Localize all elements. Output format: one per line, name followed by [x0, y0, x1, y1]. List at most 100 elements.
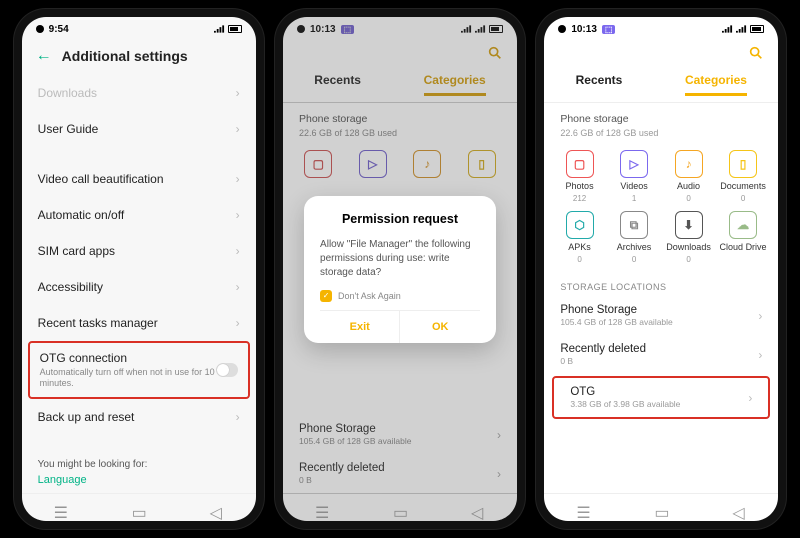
- signal-icon: [722, 25, 733, 33]
- ok-button[interactable]: OK: [399, 311, 479, 343]
- category-label: Downloads: [666, 242, 711, 252]
- category-count: 0: [686, 194, 690, 203]
- row-auto-onoff[interactable]: Automatic on/off›: [22, 197, 256, 233]
- category-label: Photos: [566, 181, 594, 191]
- category-count: 0: [632, 255, 636, 264]
- footer-link-language[interactable]: Language: [22, 474, 256, 486]
- nav-home-icon[interactable]: ▭: [654, 503, 668, 513]
- category-icon: ⬡: [566, 211, 594, 239]
- storage-title: Phone storage: [544, 103, 778, 128]
- settings-list: Downloads› User Guide› Video call beauti…: [22, 75, 256, 493]
- nav-back-icon[interactable]: ◁: [210, 503, 224, 513]
- chevron-right-icon: ›: [236, 208, 240, 222]
- screen: 9:54 ← Additional settings Downloads› Us…: [22, 17, 256, 521]
- chevron-right-icon: ›: [236, 280, 240, 294]
- row-recent-tasks[interactable]: Recent tasks manager›: [22, 305, 256, 341]
- category-icon: ⧉: [620, 211, 648, 239]
- row-backup[interactable]: Back up and reset›: [22, 399, 256, 435]
- category-audio[interactable]: ♪Audio0: [663, 150, 714, 203]
- category-count: 0: [577, 255, 581, 264]
- chevron-right-icon: ›: [236, 316, 240, 330]
- category-documents[interactable]: ▯Documents0: [718, 150, 769, 203]
- row-otg-connection[interactable]: OTG connection Automatically turn off wh…: [30, 343, 248, 397]
- screen: 10:13⬚ Recents Categories Phone storage …: [283, 17, 517, 521]
- dialog-buttons: Exit OK: [320, 310, 480, 343]
- signal-icon: [736, 25, 747, 33]
- tab-recents[interactable]: Recents: [576, 73, 623, 96]
- row-user-guide[interactable]: User Guide›: [22, 111, 256, 147]
- category-videos[interactable]: ▷Videos1: [609, 150, 660, 203]
- category-cloud-drive[interactable]: ☁ Cloud Drive: [718, 211, 769, 264]
- otg-sub: Automatically turn off when not in use f…: [40, 367, 216, 389]
- category-apks[interactable]: ⬡APKs0: [554, 211, 605, 264]
- battery-icon: [750, 25, 764, 33]
- clock: 10:13: [571, 24, 597, 35]
- battery-icon: [228, 25, 242, 33]
- chevron-right-icon: ›: [236, 244, 240, 258]
- otg-toggle[interactable]: [216, 363, 238, 377]
- category-count: 0: [686, 255, 690, 264]
- nav-recent-icon[interactable]: ☰: [576, 503, 590, 513]
- category-icon: ▷: [620, 150, 648, 178]
- chevron-right-icon: ›: [236, 122, 240, 136]
- loc-phone-storage[interactable]: Phone Storage105.4 GB of 128 GB availabl…: [544, 296, 778, 335]
- category-icon: ▢: [566, 150, 594, 178]
- row-sim-apps[interactable]: SIM card apps›: [22, 233, 256, 269]
- row-accessibility[interactable]: Accessibility›: [22, 269, 256, 305]
- footer-hint: You might be looking for:: [22, 449, 256, 474]
- category-label: Videos: [620, 181, 647, 191]
- status-bar: 10:13 ⬚: [544, 17, 778, 41]
- back-icon[interactable]: ←: [36, 47, 52, 65]
- category-label: Documents: [720, 181, 766, 191]
- tabs: Recents Categories: [544, 65, 778, 103]
- phone-filemanager-otg: 10:13⬚ Recents Categories Phone storage …: [536, 9, 786, 529]
- page-title: Additional settings: [62, 48, 188, 64]
- nav-bar: ☰ ▭ ◁: [544, 493, 778, 521]
- checkbox-label: Don't Ask Again: [338, 291, 401, 301]
- row-downloads[interactable]: Downloads›: [22, 75, 256, 111]
- checkbox-icon[interactable]: ✓: [320, 290, 332, 302]
- row-video-call[interactable]: Video call beautification›: [22, 161, 256, 197]
- tab-categories[interactable]: Categories: [685, 73, 747, 96]
- storage-sub: 22.6 GB of 128 GB used: [544, 128, 778, 138]
- highlight-otg-storage: OTG3.38 GB of 3.98 GB available›: [552, 376, 770, 419]
- permission-dialog: Permission request Allow "File Manager" …: [304, 196, 496, 343]
- nav-back-icon[interactable]: ◁: [732, 503, 746, 513]
- category-count: 212: [573, 194, 586, 203]
- signal-icon: [214, 25, 225, 33]
- category-photos[interactable]: ▢ Photos 212: [554, 150, 605, 203]
- category-label: Archives: [617, 242, 652, 252]
- page-header: ← Additional settings: [22, 41, 256, 75]
- category-downloads[interactable]: ⬇ Downloads 0: [663, 211, 714, 264]
- chevron-right-icon: ›: [748, 391, 752, 405]
- camera-hole: [558, 25, 566, 33]
- chevron-right-icon: ›: [236, 410, 240, 424]
- chevron-right-icon: ›: [758, 348, 762, 362]
- category-icon: ⬇: [675, 211, 703, 239]
- modal-overlay: Permission request Allow "File Manager" …: [283, 17, 517, 521]
- nav-home-icon[interactable]: ▭: [132, 503, 146, 513]
- badge-icon: ⬚: [602, 25, 616, 34]
- highlight-otg: OTG connection Automatically turn off wh…: [28, 341, 250, 399]
- exit-button[interactable]: Exit: [320, 311, 399, 343]
- dialog-checkbox-row[interactable]: ✓ Don't Ask Again: [320, 290, 480, 302]
- category-icon: ☁: [729, 211, 757, 239]
- status-bar: 9:54: [22, 17, 256, 41]
- search-icon[interactable]: [748, 45, 764, 61]
- category-label: Cloud Drive: [720, 242, 767, 252]
- otg-title: OTG connection: [40, 351, 216, 365]
- phone-filemanager-dialog: 10:13⬚ Recents Categories Phone storage …: [275, 9, 525, 529]
- chevron-right-icon: ›: [236, 86, 240, 100]
- clock: 9:54: [49, 24, 69, 35]
- category-icon: ♪: [675, 150, 703, 178]
- category-count: 0: [741, 194, 745, 203]
- category-archives[interactable]: ⧉ Archives 0: [609, 211, 660, 264]
- nav-bar: ☰ ▭ ◁: [22, 493, 256, 521]
- dialog-message: Allow "File Manager" the following permi…: [320, 238, 480, 280]
- loc-recently-deleted[interactable]: Recently deleted0 B›: [544, 335, 778, 374]
- category-grid: ▢Photos212▷Videos1♪Audio0▯Documents0⬡APK…: [544, 138, 778, 270]
- nav-recent-icon[interactable]: ☰: [54, 503, 68, 513]
- chevron-right-icon: ›: [758, 309, 762, 323]
- chevron-right-icon: ›: [236, 172, 240, 186]
- loc-otg[interactable]: OTG3.38 GB of 3.98 GB available›: [554, 378, 768, 417]
